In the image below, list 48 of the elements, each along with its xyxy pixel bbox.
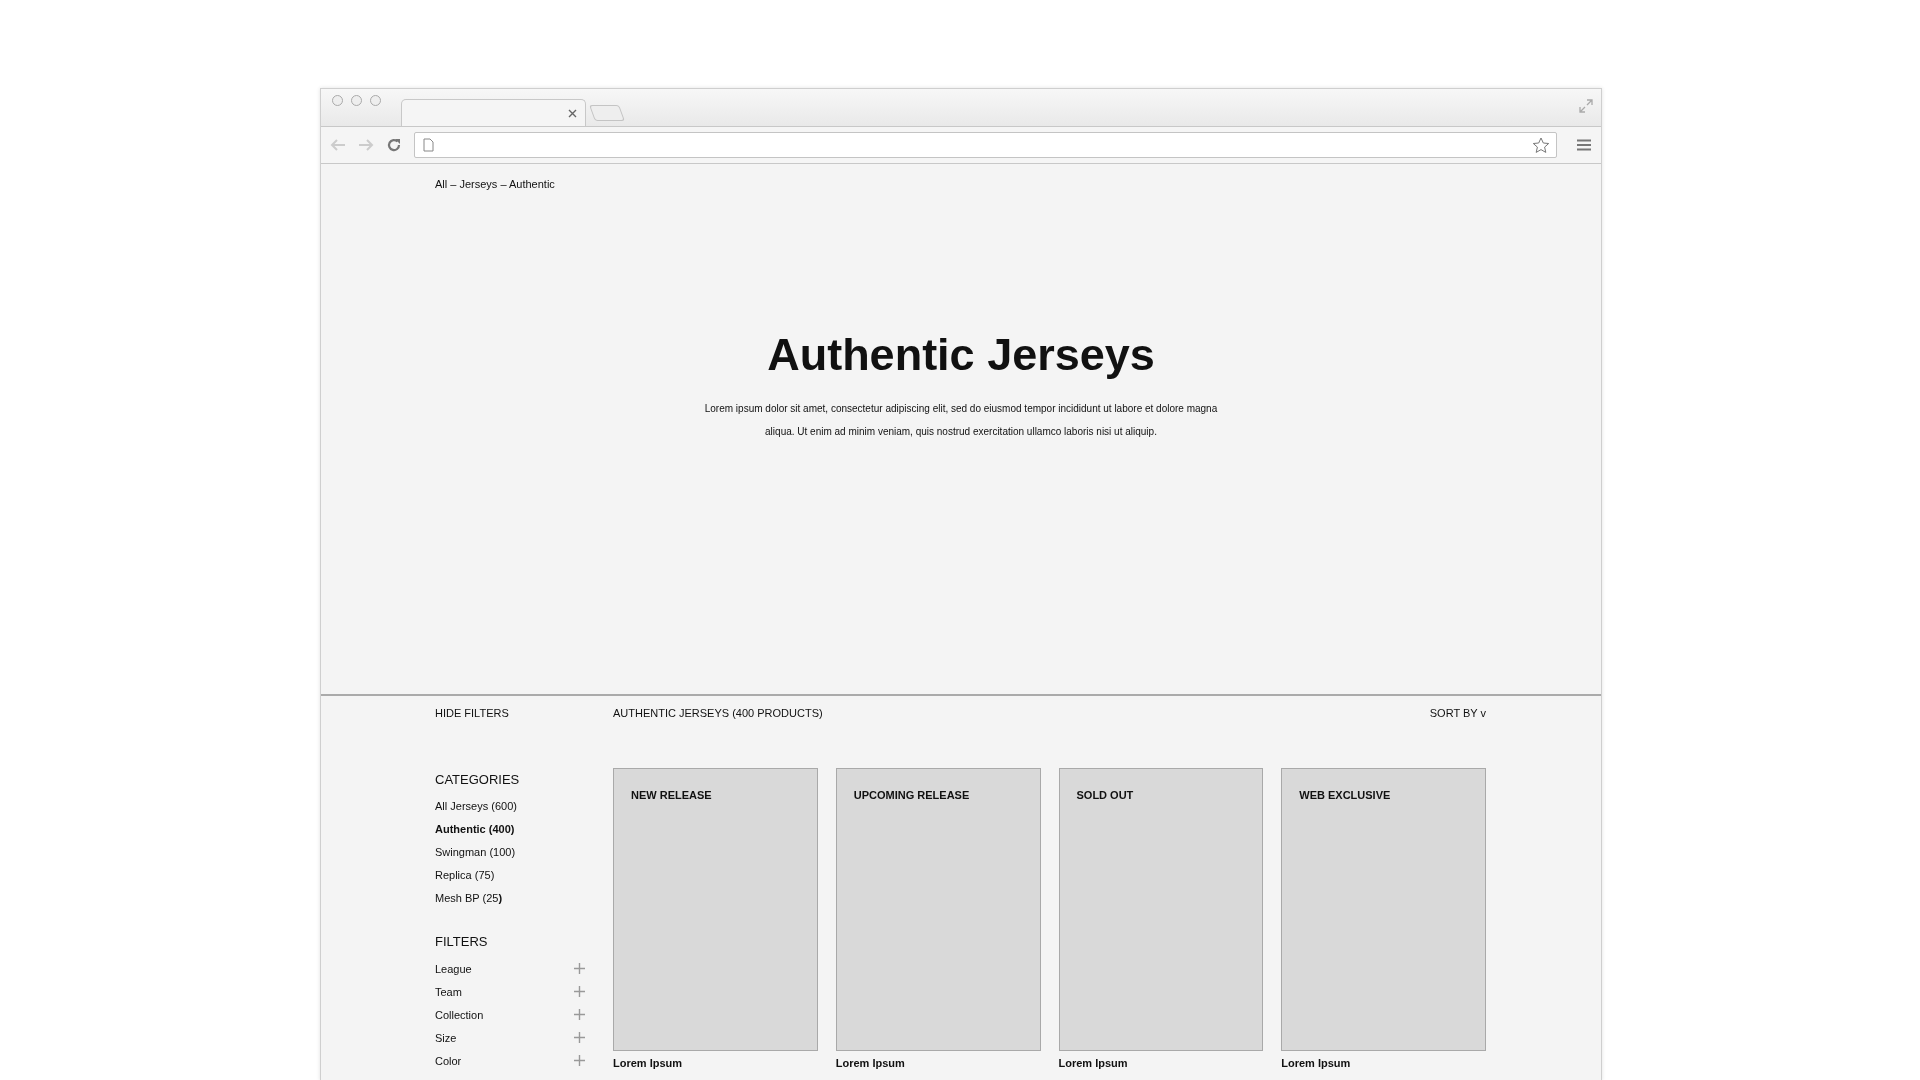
category-link[interactable]: Swingman (100) bbox=[435, 841, 516, 864]
filter-label[interactable]: Team bbox=[435, 985, 462, 998]
product-image-placeholder[interactable]: UPCOMING RELEASE bbox=[835, 768, 1041, 1051]
address-bar[interactable] bbox=[414, 132, 1557, 158]
category-link[interactable]: All Jerseys (600) bbox=[435, 795, 517, 818]
close-icon[interactable] bbox=[568, 108, 577, 118]
hide-filters-link[interactable]: HIDE FILTERS bbox=[435, 707, 613, 719]
close-window-icon[interactable] bbox=[332, 95, 343, 106]
page-title: Authentic Jerseys bbox=[767, 329, 1155, 381]
reload-icon[interactable] bbox=[386, 137, 402, 153]
expand-icon[interactable] bbox=[574, 1055, 585, 1066]
expand-icon[interactable] bbox=[574, 1032, 585, 1043]
product-tag: WEB EXCLUSIVE bbox=[1299, 789, 1391, 801]
minimize-window-icon[interactable] bbox=[351, 95, 362, 106]
product-tag: NEW RELEASE bbox=[631, 789, 712, 801]
menu-icon[interactable] bbox=[1577, 139, 1591, 151]
page-description: Lorem ipsum dolor sit amet, consectetur adipiscing elit, sed do eiusmod tempor incididunt ut labore et dolore magna aliqua. Ut enim ad minim veniam, quis nostrud exercitation ullamco laboris nisi ut aliquip. bbox=[703, 402, 1219, 439]
bookmark-star-icon[interactable] bbox=[1532, 136, 1550, 154]
category-link[interactable]: Authentic (400) bbox=[435, 818, 515, 841]
product-image-placeholder[interactable]: SOLD OUT bbox=[1058, 768, 1264, 1051]
product-image-placeholder[interactable]: WEB EXCLUSIVE bbox=[1281, 768, 1486, 1051]
expand-icon[interactable] bbox=[574, 963, 585, 974]
forward-icon[interactable] bbox=[358, 138, 374, 152]
product-name[interactable]: Lorem Ipsum bbox=[1281, 1057, 1351, 1069]
filter-label[interactable]: Size bbox=[435, 1031, 457, 1044]
fullscreen-icon[interactable] bbox=[1579, 99, 1593, 113]
product-name[interactable]: Lorem Ipsum bbox=[835, 1057, 905, 1069]
product-name[interactable]: Lorem Ipsum bbox=[613, 1057, 683, 1069]
category-link[interactable]: Mesh BP (25) bbox=[435, 887, 503, 910]
results-count: AUTHENTIC JERSEYS (400 PRODUCTS) bbox=[613, 707, 824, 719]
categories-heading: CATEGORIES bbox=[435, 772, 520, 788]
filter-label[interactable]: League bbox=[435, 962, 472, 975]
page-icon bbox=[423, 138, 434, 152]
product-image-placeholder[interactable]: NEW RELEASE bbox=[613, 768, 818, 1051]
new-tab-button[interactable] bbox=[589, 105, 625, 121]
filter-label[interactable]: Color bbox=[435, 1054, 462, 1067]
zoom-window-icon[interactable] bbox=[370, 95, 381, 106]
category-link[interactable]: Replica (75) bbox=[435, 864, 495, 887]
product-tag: SOLD OUT bbox=[1076, 789, 1134, 801]
filter-label[interactable]: Collection bbox=[435, 1008, 484, 1021]
expand-icon[interactable] bbox=[574, 986, 585, 997]
back-icon[interactable] bbox=[330, 138, 346, 152]
sort-dropdown[interactable]: SORT BY v bbox=[1429, 707, 1486, 719]
product-tag: UPCOMING RELEASE bbox=[853, 789, 970, 801]
breadcrumb[interactable]: All – Jerseys – Authentic bbox=[435, 178, 555, 190]
product-name[interactable]: Lorem Ipsum bbox=[1058, 1057, 1128, 1069]
filters-heading: FILTERS bbox=[435, 934, 488, 950]
expand-icon[interactable] bbox=[574, 1009, 585, 1020]
